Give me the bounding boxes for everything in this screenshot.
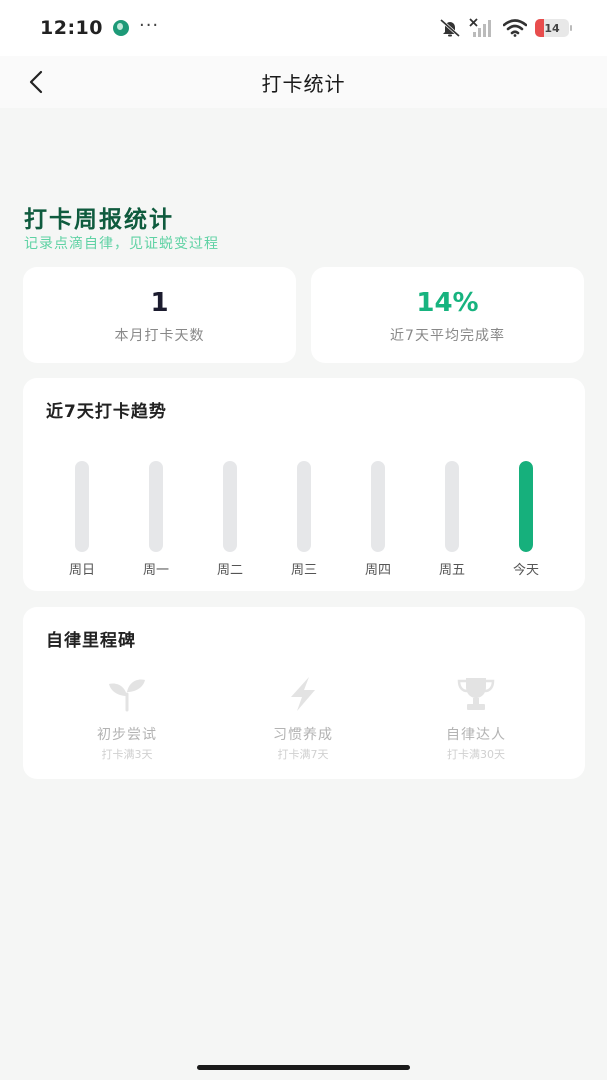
report-title: 打卡周报统计 xyxy=(24,207,174,233)
more-dots-icon: ··· xyxy=(138,14,160,36)
status-left: 12:10 ··· xyxy=(40,14,160,40)
milestone-name: 自律达人 xyxy=(446,727,506,743)
milestone-requirement: 打卡满3天 xyxy=(101,748,153,761)
trend-bar-4: 周四 xyxy=(348,461,408,578)
monthly-checkin-label: 本月打卡天数 xyxy=(114,328,205,344)
bar-label: 周一 xyxy=(142,563,169,578)
bar-label: 今天 xyxy=(512,563,539,578)
milestone-card: 自律里程碑 初步尝试 打卡满3天 习惯养成 打卡满7天 自律达人 打卡满30天 xyxy=(23,607,585,779)
status-time: 12:10 xyxy=(40,17,103,39)
milestone-title: 自律里程碑 xyxy=(46,631,136,651)
trend-bar-2: 周二 xyxy=(200,461,260,578)
bar-label: 周四 xyxy=(364,563,391,578)
monthly-checkin-value: 1 xyxy=(150,288,169,318)
trend-card: 近7天打卡趋势 周日 周一 周二 周三 周四 周五 今天 xyxy=(23,378,585,591)
trend-title: 近7天打卡趋势 xyxy=(46,402,167,422)
bell-off-icon xyxy=(440,18,460,38)
battery-icon: 14 xyxy=(535,19,572,37)
bar-label: 周三 xyxy=(290,563,317,578)
home-indicator[interactable] xyxy=(197,1065,410,1070)
milestone-name: 习惯养成 xyxy=(273,727,333,743)
milestone-item[interactable]: 习惯养成 打卡满7天 xyxy=(233,674,373,762)
back-button[interactable] xyxy=(22,68,50,96)
trend-bars: 周日 周一 周二 周三 周四 周五 今天 xyxy=(23,461,585,578)
bar-track xyxy=(223,461,237,552)
report-subtitle: 记录点滴自律，见证蜕变过程 xyxy=(24,236,219,252)
bar-label: 周五 xyxy=(438,563,465,578)
status-right: 14 xyxy=(439,18,572,38)
nav-header: 打卡统计 xyxy=(0,56,607,108)
milestone-requirement: 打卡满30天 xyxy=(447,748,505,761)
trend-bar-5: 周五 xyxy=(422,461,482,578)
page-title: 打卡统计 xyxy=(261,71,346,96)
bar-track xyxy=(297,461,311,552)
milestone-requirement: 打卡满7天 xyxy=(277,748,329,761)
completion-rate-label: 近7天平均完成率 xyxy=(390,328,505,344)
completion-rate-value: 14% xyxy=(416,288,479,318)
no-signal-icon xyxy=(469,18,491,37)
bar-track xyxy=(75,461,89,552)
bar-label: 周二 xyxy=(216,563,243,578)
battery-level: 14 xyxy=(544,21,560,35)
trend-bar-3: 周三 xyxy=(274,461,334,578)
trophy-icon xyxy=(454,674,498,714)
milestone-name: 初步尝试 xyxy=(97,727,157,743)
globe-icon xyxy=(112,20,129,36)
bar-track xyxy=(519,461,533,552)
milestone-list: 初步尝试 打卡满3天 习惯养成 打卡满7天 自律达人 打卡满30天 xyxy=(23,674,585,764)
trend-bar-1: 周一 xyxy=(126,461,186,578)
bar-label: 周日 xyxy=(68,563,95,578)
completion-rate-card: 14% 近7天平均完成率 xyxy=(311,267,584,363)
sprout-icon xyxy=(105,674,149,714)
milestone-item[interactable]: 自律达人 打卡满30天 xyxy=(406,674,546,762)
bar-track xyxy=(149,461,163,552)
bar-fill xyxy=(519,461,533,552)
trend-bar-6: 今天 xyxy=(496,461,556,578)
monthly-checkin-card: 1 本月打卡天数 xyxy=(23,267,296,363)
status-bar: 12:10 ··· 14 xyxy=(0,0,607,56)
bar-track xyxy=(371,461,385,552)
bar-track xyxy=(445,461,459,552)
chevron-left-icon xyxy=(29,70,43,94)
trend-bar-0: 周日 xyxy=(52,461,112,578)
lightning-icon xyxy=(281,674,325,714)
milestone-item[interactable]: 初步尝试 打卡满3天 xyxy=(57,674,197,762)
wifi-icon xyxy=(503,19,527,37)
